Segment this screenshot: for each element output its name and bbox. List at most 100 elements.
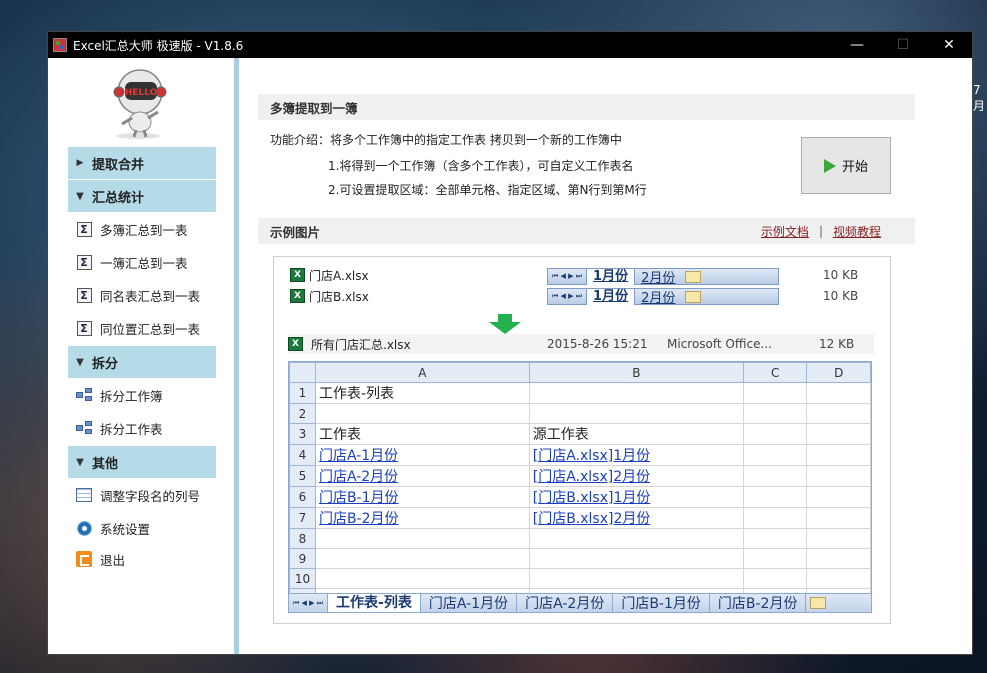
table-grid-icon <box>76 488 92 502</box>
table-cell <box>742 423 808 445</box>
table-cell <box>806 528 871 549</box>
mascot-screen-text: HELLO <box>125 88 158 98</box>
sheet-tab-bar: ⏮ ◀ ▶ ⏭ 工作表-列表 门店A-1月份 门店A-2月份 门店B-1月份 门… <box>289 593 871 612</box>
table-row: 1 工作表-列表 <box>289 382 871 404</box>
spreadsheet-preview: A B C D 1 工作表-列表 2 3 工作表 源工作表 4 门店A-1月份 [门店A.xls… <box>288 361 872 613</box>
column-header: C <box>742 362 808 383</box>
triangle-down-icon: ▼ <box>76 456 84 468</box>
section-label: 拆分 <box>92 356 119 372</box>
sigma-icon: Σ <box>76 287 92 303</box>
new-sheet-icon <box>685 290 702 303</box>
sheet-corner <box>289 362 316 383</box>
table-row: 3 工作表 源工作表 <box>289 423 871 445</box>
table-cell: [门店B.xlsx]2月份 <box>528 507 744 529</box>
minimize-button[interactable]: — <box>834 32 880 58</box>
menu-item-adjust-field-columns[interactable]: 调整字段名的列号 <box>76 483 200 507</box>
intro-line-3: 2.可设置提取区域：全部单元格、指定区域、第N行到第M行 <box>328 183 647 197</box>
table-cell <box>806 382 871 404</box>
cell-hyperlink: 门店A-2月份 <box>318 469 399 485</box>
table-cell <box>742 548 808 569</box>
new-sheet-icon <box>685 270 702 283</box>
column-header: B <box>528 362 744 383</box>
sigma-icon: Σ <box>76 320 92 336</box>
table-cell: [门店A.xlsx]1月份 <box>528 444 744 466</box>
table-cell: 门店A-2月份 <box>314 465 530 487</box>
menu-section-summary-stats[interactable]: ▼ 汇总统计 <box>68 180 216 212</box>
file-size: 10 KB <box>823 289 859 303</box>
row-header: 5 <box>289 465 316 487</box>
menu-section-split[interactable]: ▼ 拆分 <box>68 346 216 378</box>
triangle-down-icon: ▼ <box>76 190 84 202</box>
maximize-button[interactable]: ☐ <box>880 32 926 58</box>
cell-hyperlink: 门店B-1月份 <box>318 490 399 506</box>
table-cell <box>528 382 744 404</box>
down-arrow-icon <box>489 314 521 334</box>
mini-sheet-tabs: ⏮ ◀ ▶ ⏭ 1月份 2月份 <box>547 268 779 286</box>
background-window-fragment: 7月 <box>973 83 986 113</box>
sigma-icon: Σ <box>76 221 92 237</box>
intro-line-1: 功能介绍：将多个工作簿中的指定工作表 拷贝到一个新的工作簿中 <box>270 133 622 147</box>
sigma-icon: Σ <box>76 254 92 270</box>
cell-hyperlink: [门店B.xlsx]2月份 <box>532 511 651 527</box>
close-button[interactable]: ✕ <box>926 32 972 58</box>
sidebar-divider <box>234 58 239 654</box>
table-cell <box>742 486 808 508</box>
new-sheet-icon <box>810 597 827 609</box>
sheet-tab: 门店B-2月份 <box>710 593 807 612</box>
file-size: 10 KB <box>823 268 859 282</box>
sample-doc-link[interactable]: 示例文档 <box>761 223 809 240</box>
settings-gear-icon <box>76 520 92 536</box>
menu-item-split-worksheet[interactable]: 拆分工作表 <box>76 416 163 440</box>
table-row: 6 门店B-1月份 [门店B.xlsx]1月份 <box>289 486 871 508</box>
excel-file-icon: X <box>288 337 303 351</box>
sheet-tab: 工作表-列表 <box>327 593 421 612</box>
table-cell <box>314 528 530 549</box>
column-header: D <box>806 362 871 383</box>
menu-item-multi-book-summary[interactable]: Σ 多簿汇总到一表 <box>76 217 188 241</box>
sheet-tab: 门店A-1月份 <box>421 593 518 612</box>
title-bar[interactable]: Excel汇总大师 极速版 - V1.8.6 — ☐ ✕ <box>48 32 972 58</box>
cell-hyperlink: 门店B-2月份 <box>318 511 399 527</box>
menu-item-exit[interactable]: 退出 <box>76 547 125 571</box>
window-controls: — ☐ ✕ <box>834 32 972 58</box>
table-row: 2 <box>289 403 871 424</box>
menu-item-system-settings[interactable]: 系统设置 <box>76 516 150 540</box>
start-button[interactable]: 开始 <box>801 137 891 194</box>
help-links: 示例文档 | 视频教程 <box>760 223 881 240</box>
menu-item-one-book-summary[interactable]: Σ 一簿汇总到一表 <box>76 250 188 274</box>
table-cell <box>742 444 808 466</box>
table-cell <box>314 403 530 424</box>
section-label: 汇总统计 <box>92 190 145 206</box>
table-row: 9 <box>289 548 871 569</box>
table-row: 5 门店A-2月份 [门店A.xlsx]2月份 <box>289 465 871 487</box>
table-cell <box>528 548 744 569</box>
feature-title-bar: 多簿提取到一簿 <box>258 94 915 120</box>
row-header: 9 <box>289 548 316 569</box>
menu-section-other[interactable]: ▼ 其他 <box>68 446 216 478</box>
table-cell <box>528 403 744 424</box>
menu-item-split-workbook[interactable]: 拆分工作簿 <box>76 383 163 407</box>
table-cell <box>742 465 808 487</box>
table-cell <box>528 528 744 549</box>
table-row: 10 <box>289 568 871 589</box>
menu-item-same-position-summary[interactable]: Σ 同位置汇总到一表 <box>76 316 200 340</box>
table-cell <box>806 548 871 569</box>
cell-hyperlink: 门店A-1月份 <box>318 448 399 464</box>
row-header: 10 <box>289 568 316 589</box>
table-cell: [门店B.xlsx]1月份 <box>528 486 744 508</box>
menu-item-same-name-summary[interactable]: Σ 同名表汇总到一表 <box>76 283 200 307</box>
split-icon <box>76 388 92 402</box>
menu-section-extract-merge[interactable]: ▶ 提取合并 <box>68 147 216 179</box>
table-cell: 门店B-1月份 <box>314 486 530 508</box>
section-label: 提取合并 <box>92 157 145 173</box>
table-cell <box>742 568 808 589</box>
sheet-tab: 门店A-2月份 <box>517 593 614 612</box>
excel-file-icon: X <box>290 268 305 282</box>
file-row: X 门店B.xlsx <box>290 287 369 305</box>
video-tutorial-link[interactable]: 视频教程 <box>833 223 881 240</box>
column-header: A <box>314 362 530 383</box>
cell-hyperlink: [门店A.xlsx]1月份 <box>532 448 651 464</box>
table-row: 8 <box>289 528 871 549</box>
section-label: 其他 <box>92 456 119 472</box>
table-cell: [门店A.xlsx]2月份 <box>528 465 744 487</box>
